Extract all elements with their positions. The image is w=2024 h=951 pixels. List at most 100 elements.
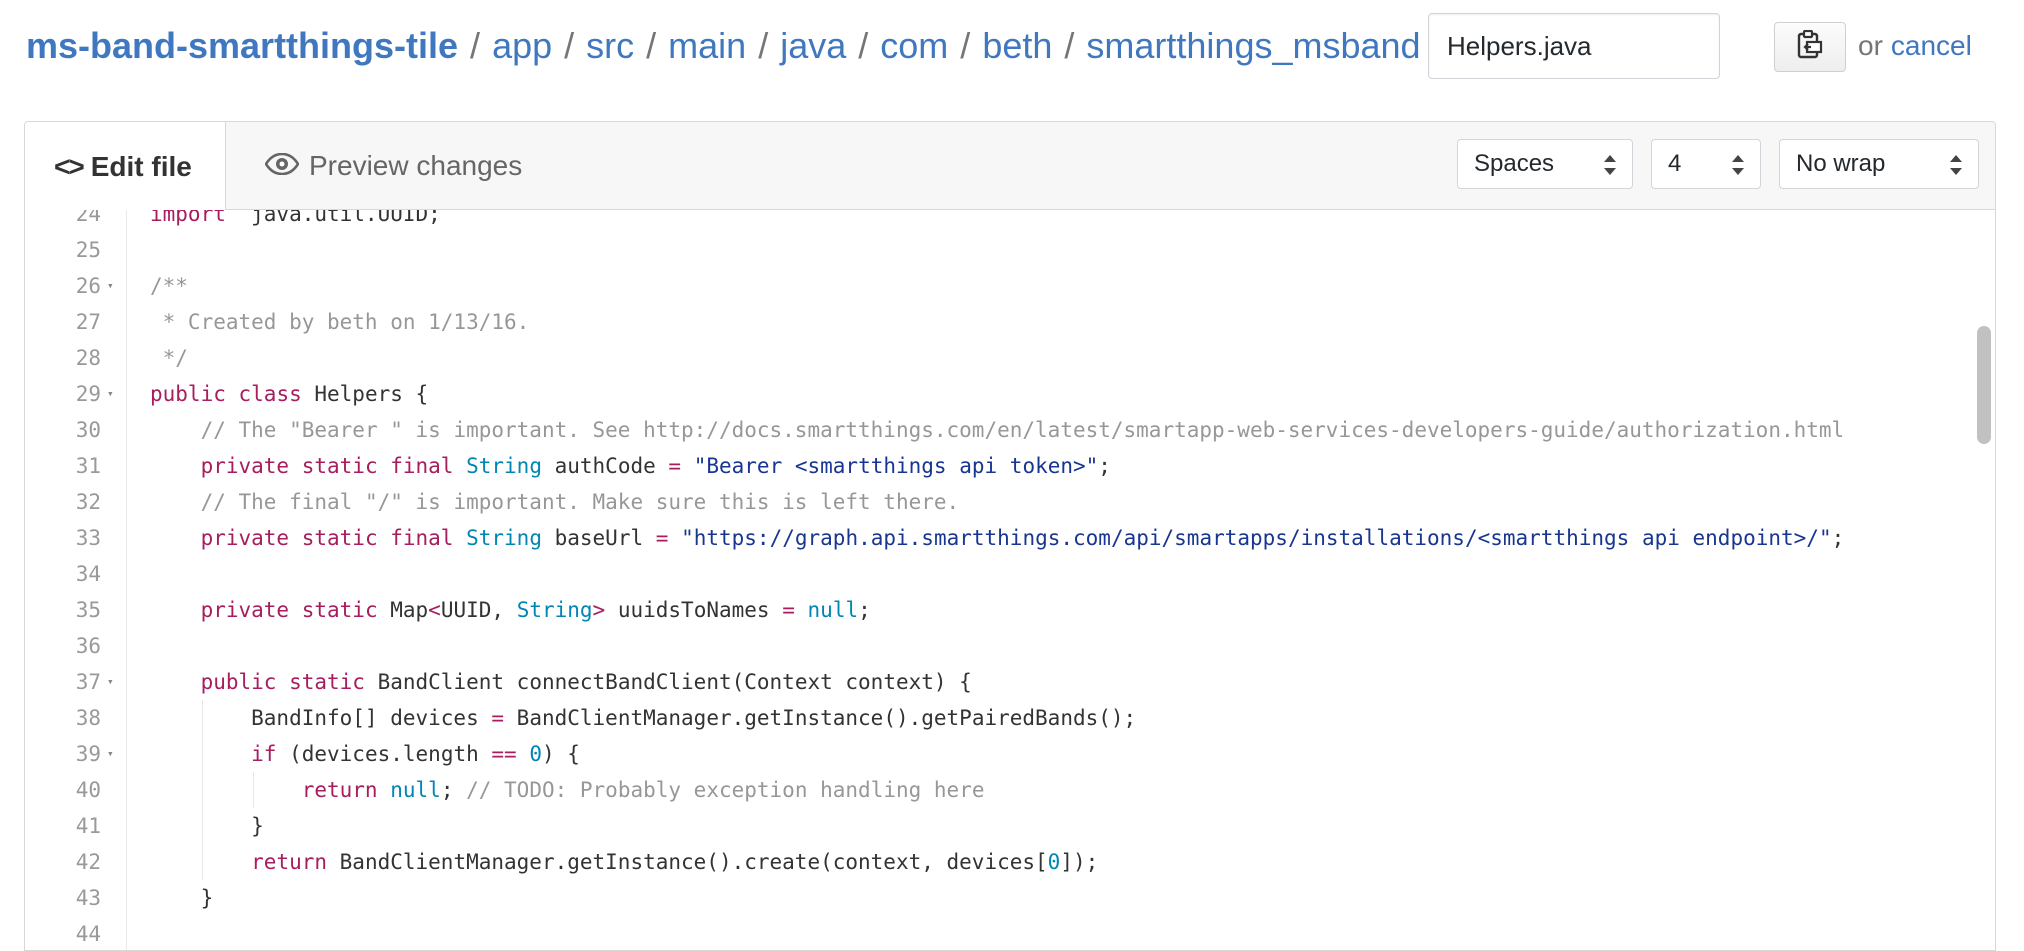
indent-size-value: 4: [1668, 150, 1682, 177]
indent-size-select[interactable]: 4: [1651, 139, 1761, 189]
code-token: public static: [200, 670, 365, 694]
code-text: */: [150, 340, 188, 376]
code-token: 0: [529, 742, 542, 766]
tab-edit-file[interactable]: <> Edit file: [25, 122, 226, 211]
breadcrumb-separator: /: [758, 25, 769, 66]
code-icon: <>: [54, 150, 85, 182]
code-token: <: [428, 598, 441, 622]
code-text: public static BandClient connectBandClie…: [150, 664, 972, 700]
line-number: 32: [75, 490, 101, 514]
tab-preview-changes[interactable]: Preview changes: [264, 122, 523, 210]
code-token: (devices.length: [276, 742, 492, 766]
line-number: 24: [75, 210, 101, 226]
code-token: return: [301, 778, 378, 802]
code-line[interactable]: 38 BandInfo[] devices = BandClientManage…: [25, 700, 1995, 736]
fold-toggle-icon[interactable]: ▾: [107, 664, 114, 700]
code-token: /**: [150, 274, 188, 298]
code-text: /**: [150, 268, 188, 304]
code-line[interactable]: 26 ▾ /**: [25, 268, 1995, 304]
breadcrumb-segment-beth[interactable]: beth: [982, 25, 1052, 67]
breadcrumb-segment-com[interactable]: com: [880, 25, 948, 67]
code-token: baseUrl: [541, 526, 656, 550]
code-token: ) {: [542, 742, 580, 766]
code-line[interactable]: 37 ▾ public static BandClient connectBand…: [25, 664, 1995, 700]
code-token: Map: [377, 598, 429, 622]
code-token: private static final: [200, 526, 454, 550]
line-number: 43: [75, 886, 101, 910]
code-text: // The "Bearer " is important. See http:…: [150, 412, 1845, 448]
code-line[interactable]: 44: [25, 916, 1995, 950]
code-token: String: [466, 454, 542, 478]
code-line[interactable]: 24 import java.util.UUID;: [25, 210, 1995, 232]
code-text: return null; // TODO: Probably exception…: [150, 772, 985, 808]
line-wrap-select[interactable]: No wrap: [1779, 139, 1979, 189]
tab-preview-changes-label: Preview changes: [309, 150, 523, 181]
breadcrumb-segment-src[interactable]: src: [586, 25, 634, 67]
code-line[interactable]: 25: [25, 232, 1995, 268]
code-text: * Created by beth on 1/13/16.: [150, 304, 530, 340]
code-token: String: [466, 526, 542, 550]
fold-toggle-icon[interactable]: ▾: [107, 376, 114, 412]
breadcrumb-repo-link[interactable]: ms-band-smartthings-tile: [26, 25, 458, 67]
code-token: Helpers {: [301, 382, 429, 406]
line-number: 36: [75, 634, 101, 658]
code-line[interactable]: 35 private static Map<UUID, String> uuid…: [25, 592, 1995, 628]
code-token: uuidsToNames: [605, 598, 783, 622]
code-token: // The final "/" is important. Make sure…: [200, 490, 960, 514]
code-line[interactable]: 42 return BandClientManager.getInstance(…: [25, 844, 1995, 880]
code-token: >: [592, 598, 606, 622]
fold-toggle-icon[interactable]: ▾: [107, 268, 114, 304]
line-number: 29: [75, 382, 101, 406]
code-line[interactable]: 28 */: [25, 340, 1995, 376]
code-line[interactable]: 27 * Created by beth on 1/13/16.: [25, 304, 1995, 340]
code-token: 0: [1047, 850, 1061, 874]
breadcrumb-segment-java[interactable]: java: [780, 25, 846, 67]
code-token: =: [668, 454, 682, 478]
code-token: class: [238, 382, 302, 406]
code-text: import java.util.UUID;: [150, 210, 441, 232]
code-token: // The "Bearer " is important. See http:…: [200, 418, 1845, 442]
breadcrumb-segment-main[interactable]: main: [668, 25, 746, 67]
code-token: java.util.UUID;: [225, 210, 441, 226]
line-number: 42: [75, 850, 101, 874]
code-line[interactable]: 31 private static final String authCode …: [25, 448, 1995, 484]
code-line[interactable]: 32 // The final "/" is important. Make s…: [25, 484, 1995, 520]
editor-toolbar: <> Edit file Preview changes Spaces 4 No…: [25, 122, 1995, 211]
code-token: BandInfo[] devices: [150, 706, 492, 730]
code-line[interactable]: 33 private static final String baseUrl =…: [25, 520, 1995, 556]
code-line[interactable]: 34: [25, 556, 1995, 592]
code-token: */: [150, 346, 188, 370]
code-token: ;: [1098, 454, 1111, 478]
code-token: =: [782, 598, 795, 622]
or-text: or: [1858, 30, 1883, 61]
breadcrumb-segment-app[interactable]: app: [492, 25, 552, 67]
paste-filename-button[interactable]: [1774, 22, 1846, 72]
code-line[interactable]: 43 }: [25, 880, 1995, 916]
code-text: public class Helpers {: [150, 376, 428, 412]
code-token: =: [655, 526, 669, 550]
code-token: UUID,: [440, 598, 517, 622]
select-arrows-icon: [1948, 152, 1964, 185]
code-text: }: [150, 880, 214, 916]
code-editor[interactable]: 24 import java.util.UUID; 25 26 ▾/** 27 * Cre…: [25, 210, 1995, 950]
code-line[interactable]: 36: [25, 628, 1995, 664]
code-token: }: [150, 814, 264, 838]
breadcrumb-segment-smartthings-msband[interactable]: smartthings_msband: [1086, 25, 1420, 67]
filename-input[interactable]: [1428, 13, 1720, 79]
line-number: 40: [75, 778, 101, 802]
code-line[interactable]: 40 return null; // TODO: Probably except…: [25, 772, 1995, 808]
fold-toggle-icon[interactable]: ▾: [107, 736, 114, 772]
code-line[interactable]: 29 ▾ public class Helpers {: [25, 376, 1995, 412]
code-line[interactable]: 39 ▾ if (devices.length == 0) {: [25, 736, 1995, 772]
indent-mode-select[interactable]: Spaces: [1457, 139, 1633, 189]
code-line[interactable]: 41 }: [25, 808, 1995, 844]
cancel-link[interactable]: cancel: [1891, 30, 1972, 62]
code-token: import: [150, 210, 226, 226]
code-line[interactable]: 30 // The "Bearer " is important. See ht…: [25, 412, 1995, 448]
breadcrumb-separator: /: [646, 25, 657, 66]
